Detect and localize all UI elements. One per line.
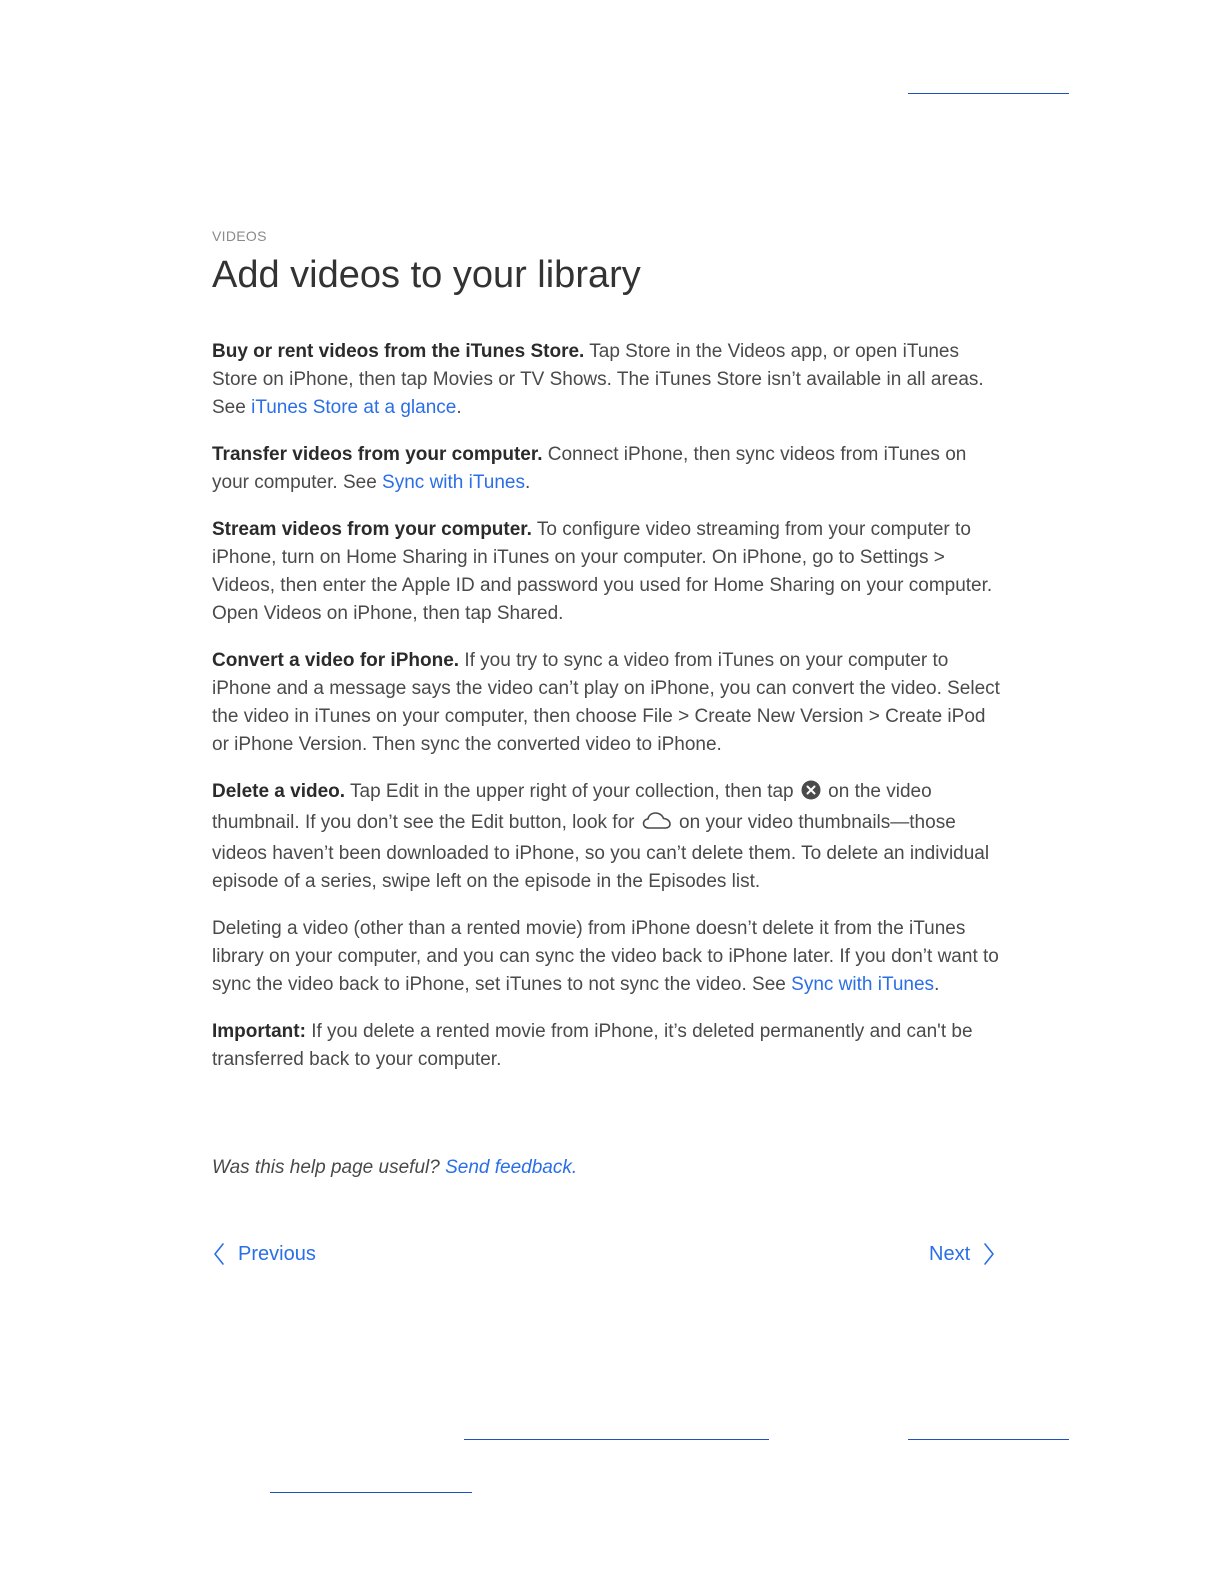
- sync-with-itunes-link[interactable]: Sync with iTunes: [382, 472, 525, 493]
- paragraph-tail: .: [934, 974, 940, 995]
- chevron-right-icon: [982, 1242, 996, 1266]
- sync-with-itunes-link[interactable]: Sync with iTunes: [791, 974, 934, 995]
- next-button[interactable]: Next: [929, 1240, 996, 1268]
- link-underline: [270, 1492, 472, 1493]
- feedback-question: Was this help page useful?: [212, 1157, 446, 1178]
- article: VIDEOS Add videos to your library Buy or…: [212, 226, 1002, 1093]
- paragraph-important: Important: If you delete a rented movie …: [212, 1018, 1002, 1074]
- page-title: Add videos to your library: [212, 254, 641, 296]
- paragraph-text: Tap Edit in the upper right of your coll…: [345, 781, 799, 802]
- chevron-left-icon: [212, 1242, 226, 1266]
- paragraph-delete: Delete a video. Tap Edit in the upper ri…: [212, 778, 1002, 896]
- paragraph-tail: .: [524, 472, 531, 493]
- paragraph-lead: Buy or rent videos from the iTunes Store…: [212, 341, 585, 362]
- previous-label: Previous: [238, 1243, 316, 1265]
- section-eyebrow: VIDEOS: [212, 228, 267, 244]
- paragraph-deleting-note: Deleting a video (other than a rented mo…: [212, 915, 1002, 999]
- link-underline: [908, 93, 1069, 94]
- paragraph-tail: .: [456, 397, 462, 418]
- link-underline: [464, 1439, 769, 1440]
- circle-x-icon: [801, 780, 821, 809]
- paragraph-lead: Important:: [212, 1021, 306, 1042]
- paragraph-lead: Convert a video for iPhone.: [212, 650, 460, 671]
- feedback-prompt: Was this help page useful? Send feedback…: [212, 1154, 577, 1182]
- paragraph-stream: Stream videos from your computer. To con…: [212, 516, 1002, 628]
- next-label: Next: [929, 1243, 971, 1265]
- paragraph-lead: Delete a video.: [212, 781, 346, 802]
- link-underline: [908, 1439, 1069, 1440]
- paragraph-lead: Transfer videos from your computer.: [212, 444, 543, 465]
- paragraph-text: If you delete a rented movie from iPhone…: [212, 1021, 973, 1070]
- paragraph-convert: Convert a video for iPhone. If you try t…: [212, 647, 1002, 759]
- paragraph-lead: Stream videos from your computer.: [212, 519, 532, 540]
- paragraph-buy-rent: Buy or rent videos from the iTunes Store…: [212, 338, 1002, 422]
- paragraph-transfer: Transfer videos from your computer. Conn…: [212, 441, 1002, 497]
- itunes-store-link[interactable]: iTunes Store at a glance: [251, 397, 456, 418]
- previous-button[interactable]: Previous: [212, 1240, 316, 1268]
- send-feedback-link[interactable]: Send feedback.: [445, 1157, 577, 1178]
- cloud-icon: [642, 811, 672, 840]
- article-body: Buy or rent videos from the iTunes Store…: [212, 338, 1002, 1074]
